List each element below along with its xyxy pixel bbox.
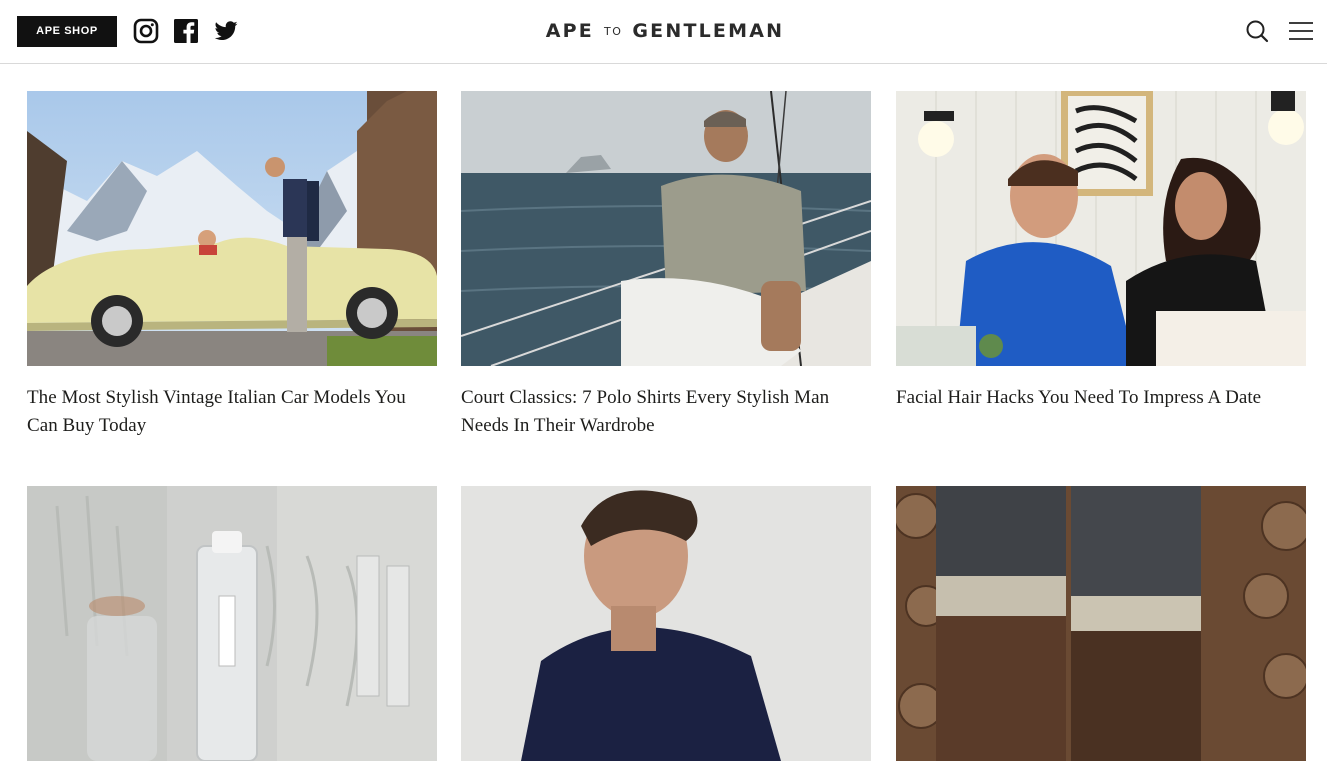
site-header: APE SHOP APE TO GENTLEMAN [0, 0, 1327, 64]
denim-cuffs-photo[interactable] [896, 486, 1306, 761]
menu-icon[interactable] [1288, 18, 1314, 44]
logo-word-gentleman: GENTLEMAN [632, 20, 785, 42]
twitter-icon[interactable] [213, 18, 239, 44]
logo-word-ape: APE [545, 20, 594, 42]
article-card[interactable]: Court Classics: 7 Polo Shirts Every Styl… [461, 91, 871, 440]
glassware-photo[interactable] [27, 486, 437, 761]
article-title[interactable]: Court Classics: 7 Polo Shirts Every Styl… [461, 384, 871, 440]
ape-shop-button[interactable]: APE SHOP [17, 16, 117, 47]
site-logo[interactable]: APE TO GENTLEMAN [500, 18, 830, 45]
article-card[interactable]: Facial Hair Hacks You Need To Impress A … [896, 91, 1306, 412]
search-icon[interactable] [1244, 18, 1270, 44]
vintage-car-photo[interactable] [27, 91, 437, 366]
facebook-icon[interactable] [173, 18, 199, 44]
article-title[interactable]: The Most Stylish Vintage Italian Car Mod… [27, 384, 437, 440]
article-title[interactable]: Facial Hair Hacks You Need To Impress A … [896, 384, 1306, 412]
date-couple-photo[interactable] [896, 91, 1306, 366]
portrait-photo[interactable] [461, 486, 871, 761]
article-card[interactable]: The Most Stylish Vintage Italian Car Mod… [27, 91, 437, 440]
polo-sea-photo[interactable] [461, 91, 871, 366]
instagram-icon[interactable] [133, 18, 159, 44]
logo-word-to: TO [603, 25, 623, 38]
